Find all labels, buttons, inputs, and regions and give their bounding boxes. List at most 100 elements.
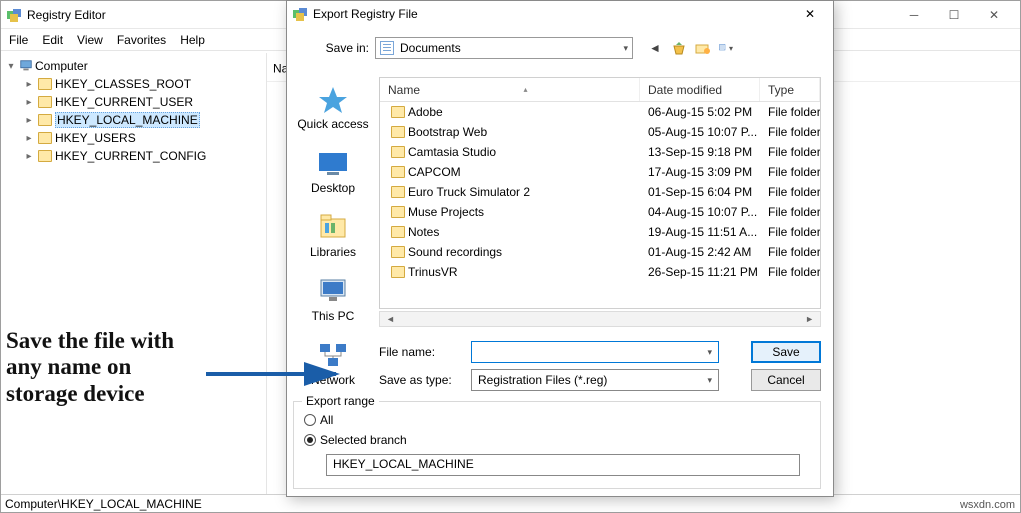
save-in-label: Save in: [299, 41, 369, 55]
radio-selected-branch-row[interactable]: Selected branch [304, 430, 810, 450]
menu-favorites[interactable]: Favorites [117, 33, 166, 47]
folder-icon [391, 206, 405, 218]
folder-icon [391, 266, 405, 278]
radio-selected-branch[interactable] [304, 434, 316, 446]
expand-icon[interactable]: ▾ [5, 61, 17, 72]
tree-item-label: HKEY_LOCAL_MACHINE [55, 112, 200, 128]
expand-icon[interactable]: ▸ [23, 115, 35, 126]
file-row[interactable]: TrinusVR 26-Sep-15 11:21 PMFile folder [380, 262, 820, 282]
scroll-right-icon[interactable]: ► [801, 314, 818, 324]
filename-label: File name: [379, 345, 471, 359]
folder-icon [391, 106, 405, 118]
file-row[interactable]: Bootstrap Web05-Aug-15 10:07 P...File fo… [380, 122, 820, 142]
file-type: File folder [760, 265, 820, 279]
file-row[interactable]: Muse Projects04-Aug-15 10:07 P...File fo… [380, 202, 820, 222]
chevron-down-icon[interactable]: ▾ [707, 375, 712, 386]
file-type: File folder [760, 145, 820, 159]
file-date: 05-Aug-15 10:07 P... [640, 125, 760, 139]
menu-view[interactable]: View [77, 33, 103, 47]
filename-input[interactable]: ▾ [471, 341, 719, 363]
sort-asc-icon: ▴ [524, 85, 528, 94]
registry-editor-icon [293, 6, 309, 22]
new-folder-icon[interactable] [695, 40, 711, 56]
maximize-button[interactable]: ☐ [934, 3, 974, 27]
file-date: 17-Aug-15 3:09 PM [640, 165, 760, 179]
expand-icon[interactable]: ▸ [23, 79, 35, 90]
horizontal-scrollbar[interactable]: ◄► [379, 311, 821, 327]
place-item[interactable]: This PC [293, 277, 373, 323]
tree-item[interactable]: ▸ HKEY_USERS [3, 129, 264, 147]
file-type: File folder [760, 245, 820, 259]
scroll-left-icon[interactable]: ◄ [382, 314, 399, 324]
expand-icon[interactable]: ▸ [23, 97, 35, 108]
menu-file[interactable]: File [9, 33, 28, 47]
folder-icon [391, 166, 405, 178]
place-item[interactable]: Desktop [293, 149, 373, 195]
tree-item[interactable]: ▾ Computer [3, 57, 264, 75]
file-list[interactable]: Name▴ Date modified Type Adobe06-Aug-15 … [379, 77, 821, 309]
folder-icon [391, 186, 405, 198]
file-name: TrinusVR [408, 265, 458, 279]
close-button[interactable]: ✕ [974, 3, 1014, 27]
save-as-type-combo[interactable]: Registration Files (*.reg)▾ [471, 369, 719, 391]
tree-item[interactable]: ▸ HKEY_CURRENT_CONFIG [3, 147, 264, 165]
chevron-down-icon[interactable]: ▾ [707, 347, 712, 358]
file-row[interactable]: CAPCOM17-Aug-15 3:09 PMFile folder [380, 162, 820, 182]
places-bar: Quick accessDesktopLibrariesThis PCNetwo… [293, 85, 373, 387]
expand-icon[interactable]: ▸ [23, 151, 35, 162]
place-item[interactable]: Libraries [293, 213, 373, 259]
view-menu-icon[interactable]: ▾ [719, 40, 735, 56]
file-row[interactable]: Euro Truck Simulator 201-Sep-15 6:04 PMF… [380, 182, 820, 202]
documents-icon [380, 41, 394, 55]
radio-all[interactable] [304, 414, 316, 426]
tree-item-label: Computer [35, 59, 88, 73]
file-type: File folder [760, 205, 820, 219]
dialog-close-button[interactable]: ✕ [793, 3, 827, 25]
tree-item-label: HKEY_CURRENT_CONFIG [55, 149, 206, 163]
tree-item[interactable]: ▸HKEY_CLASSES_ROOT [3, 75, 264, 93]
folder-icon [38, 114, 52, 126]
selected-branch-input[interactable]: HKEY_LOCAL_MACHINE [326, 454, 800, 476]
file-row[interactable]: Camtasia Studio13-Sep-15 9:18 PMFile fol… [380, 142, 820, 162]
menu-help[interactable]: Help [180, 33, 205, 47]
place-item[interactable]: Quick access [293, 85, 373, 131]
file-type: File folder [760, 125, 820, 139]
file-date: 19-Aug-15 11:51 A... [640, 225, 760, 239]
file-type: File folder [760, 225, 820, 239]
file-date: 26-Sep-15 11:21 PM [640, 265, 760, 279]
save-button[interactable]: Save [751, 341, 821, 363]
folder-icon [38, 96, 52, 108]
dialog-title: Export Registry File [313, 7, 418, 21]
expand-icon[interactable]: ▸ [23, 133, 35, 144]
file-name: Muse Projects [408, 205, 484, 219]
column-type[interactable]: Type [760, 78, 820, 101]
tree-item[interactable]: ▸HKEY_CURRENT_USER [3, 93, 264, 111]
column-name[interactable]: Name▴ [380, 78, 640, 101]
file-type: File folder [760, 185, 820, 199]
chevron-down-icon: ▾ [623, 43, 628, 54]
menu-edit[interactable]: Edit [42, 33, 63, 47]
save-in-value: Documents [400, 41, 461, 55]
up-one-level-icon[interactable] [671, 40, 687, 56]
tree-item[interactable]: ▸ HKEY_LOCAL_MACHINE [3, 111, 264, 129]
folder-icon [38, 78, 52, 90]
annotation-text: Save the file with any name on storage d… [6, 328, 206, 407]
registry-tree[interactable]: ▾Computer▸HKEY_CLASSES_ROOT▸HKEY_CURRENT… [1, 53, 267, 494]
minimize-button[interactable]: ─ [894, 3, 934, 27]
cancel-button[interactable]: Cancel [751, 369, 821, 391]
radio-all-row[interactable]: All [304, 410, 810, 430]
file-row[interactable]: Notes19-Aug-15 11:51 A...File folder [380, 222, 820, 242]
place-label: This PC [312, 309, 355, 323]
file-row[interactable]: Adobe06-Aug-15 5:02 PMFile folder [380, 102, 820, 122]
dialog-titlebar: Export Registry File ✕ [287, 1, 833, 27]
file-row[interactable]: Sound recordings01-Aug-15 2:42 AMFile fo… [380, 242, 820, 262]
save-in-combo[interactable]: Documents ▾ [375, 37, 633, 59]
column-date[interactable]: Date modified [640, 78, 760, 101]
tree-item-label: HKEY_USERS [55, 131, 136, 145]
back-icon[interactable]: ◄ [647, 40, 663, 56]
statusbar-path: Computer\HKEY_LOCAL_MACHINE [5, 497, 202, 511]
computer-icon [19, 59, 33, 73]
annotation-arrow [206, 362, 346, 402]
folder-icon [391, 146, 405, 158]
file-list-header: Name▴ Date modified Type [380, 78, 820, 102]
